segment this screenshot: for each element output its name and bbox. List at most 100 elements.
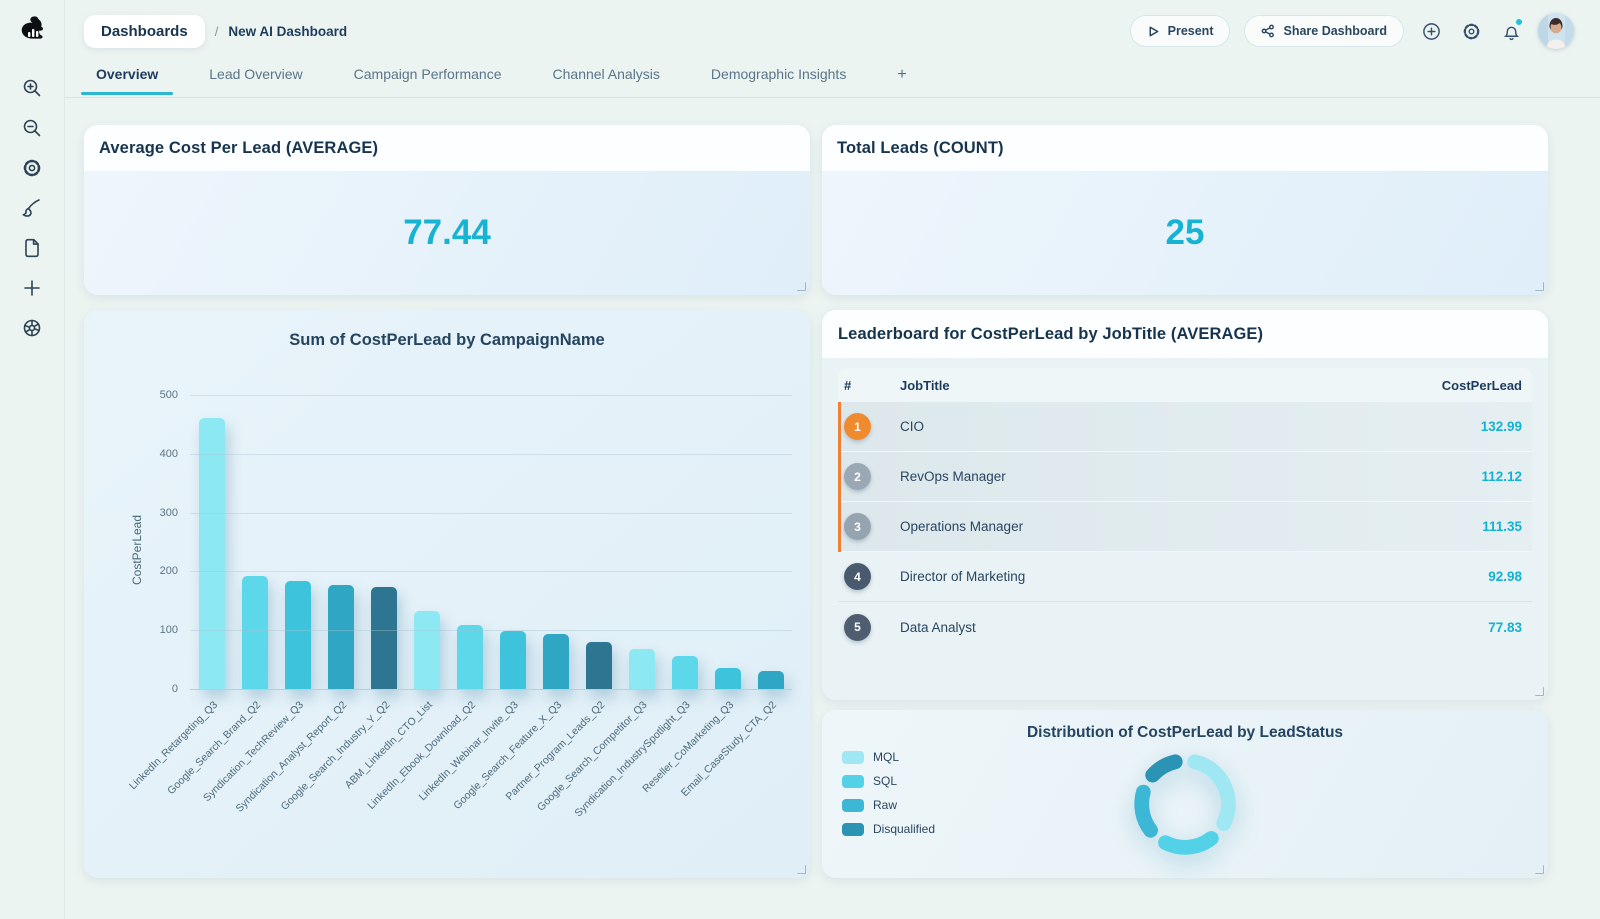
bar-slot: Google_Search_Competitor_Q3 [620, 396, 663, 690]
bar-chart-title: Sum of CostPerLead by CampaignName [84, 331, 810, 350]
legend-swatch [842, 751, 864, 764]
y-tick-label: 300 [160, 507, 178, 519]
legend-item-raw[interactable]: Raw [842, 798, 935, 812]
tab-demographic-insights[interactable]: Demographic Insights [711, 62, 846, 94]
bar-slot: LinkedIn_Ebook_Download_Q2 [448, 396, 491, 690]
bar[interactable] [414, 611, 440, 690]
bar[interactable] [758, 671, 784, 690]
sidebar [0, 0, 65, 919]
kpi-card-avg-cost: Average Cost Per Lead (AVERAGE) 77.44 [84, 125, 810, 295]
legend-item-disqualified[interactable]: Disqualified [842, 822, 935, 836]
leaderboard-rest-rows: 4Director of Marketing92.985Data Analyst… [838, 552, 1532, 652]
rank-badge: 2 [844, 463, 871, 490]
bar[interactable] [715, 668, 741, 690]
brush-icon[interactable] [21, 197, 43, 219]
bar-slot: ABM_LinkedIn_CTO_List [405, 396, 448, 690]
bar[interactable] [371, 587, 397, 690]
job-title: RevOps Manager [900, 469, 1481, 484]
bar[interactable] [500, 631, 526, 690]
notifications-button[interactable] [1498, 18, 1524, 44]
job-title: CIO [900, 419, 1481, 434]
legend-swatch [842, 823, 864, 836]
leaderboard-row[interactable]: 4Director of Marketing92.98 [838, 552, 1532, 602]
bar[interactable] [629, 649, 655, 690]
leaderboard-title: Leaderboard for CostPerLead by JobTitle … [838, 325, 1263, 344]
y-tick-label: 400 [160, 448, 178, 460]
donut-chart[interactable] [1121, 740, 1249, 868]
kpi-title: Total Leads (COUNT) [837, 139, 1004, 158]
legend-swatch [842, 799, 864, 812]
rank-badge: 3 [844, 513, 871, 540]
gridline [190, 571, 792, 572]
bar[interactable] [672, 656, 698, 690]
share-dashboard-button[interactable]: Share Dashboard [1244, 15, 1404, 47]
settings-button[interactable] [1458, 18, 1484, 44]
leaderboard-row[interactable]: 1CIO132.99 [841, 402, 1532, 452]
bar[interactable] [457, 625, 483, 690]
bar[interactable] [586, 642, 612, 690]
bar-slot: Email_CaseStudy_CTA_Q2 [749, 396, 792, 690]
present-button[interactable]: Present [1130, 15, 1231, 47]
kpi-row: Average Cost Per Lead (AVERAGE) 77.44 To… [84, 125, 1548, 295]
bar-slot: Syndication_IndustrySpotlight_Q3 [663, 396, 706, 690]
bar-slot: Syndication_TechReview_Q3 [276, 396, 319, 690]
palette-wheel-icon[interactable] [21, 317, 43, 339]
user-avatar[interactable] [1538, 13, 1574, 49]
document-icon[interactable] [21, 237, 43, 259]
bar[interactable] [199, 418, 225, 690]
bar-series: LinkedIn_Retargeting_Q3Google_Search_Bra… [190, 396, 792, 690]
bar-slot: Syndication_Analyst_Report_Q2 [319, 396, 362, 690]
app-logo[interactable] [16, 14, 48, 46]
legend-item-sql[interactable]: SQL [842, 774, 935, 788]
leaderboard-row[interactable]: 5Data Analyst77.83 [838, 602, 1532, 652]
tab-bar: Overview Lead Overview Campaign Performanc… [65, 62, 1600, 98]
legend-item-mql[interactable]: MQL [842, 750, 935, 764]
resize-handle[interactable] [1535, 865, 1544, 874]
breadcrumb-dashboards[interactable]: Dashboards [84, 15, 205, 48]
resize-handle[interactable] [1535, 282, 1544, 291]
col-rank: # [844, 378, 900, 393]
leaderboard-row[interactable]: 3 Operations Manager111.35 [841, 502, 1532, 552]
y-tick-label: 200 [160, 565, 178, 577]
legend-label: Disqualified [873, 822, 935, 836]
resize-handle[interactable] [1535, 687, 1544, 696]
kpi-title: Average Cost Per Lead (AVERAGE) [99, 139, 378, 158]
y-tick-label: 500 [160, 389, 178, 401]
cost-per-lead-value: 92.98 [1488, 569, 1522, 584]
add-widget-button[interactable] [1418, 18, 1444, 44]
x-tick-label: ABM_LinkedIn_CTO_List [343, 699, 435, 791]
x-tick-label: LinkedIn_Retargeting_Q3 [127, 699, 220, 792]
leaderboard-row[interactable]: 2 RevOps Manager112.12 [841, 452, 1532, 502]
zoom-in-icon[interactable] [21, 77, 43, 99]
bar-slot: Google_Search_Feature_X_Q3 [534, 396, 577, 690]
resize-handle[interactable] [797, 282, 806, 291]
job-title: Operations Manager [900, 519, 1482, 534]
leaderboard-header-row: # JobTitle CostPerLead [838, 368, 1532, 402]
bar[interactable] [543, 634, 569, 690]
tab-overview[interactable]: Overview [96, 62, 158, 94]
cost-per-lead-value: 111.35 [1482, 519, 1522, 534]
bar[interactable] [242, 576, 268, 690]
share-nodes-icon [1261, 24, 1275, 38]
gridline [190, 630, 792, 631]
bar-slot: LinkedIn_Retargeting_Q3 [190, 396, 233, 690]
donut-chart-card: Distribution of CostPerLead by LeadStatu… [822, 710, 1548, 878]
add-page-icon[interactable] [21, 277, 43, 299]
leaderboard-top-rows: 1CIO132.99 2 RevOps Manager112.12 3 Operatio… [838, 402, 1532, 552]
cost-per-lead-value: 112.12 [1481, 469, 1522, 484]
gear-icon [1461, 21, 1482, 42]
breadcrumb-current: New AI Dashboard [228, 24, 347, 39]
bar[interactable] [328, 585, 354, 690]
tab-campaign-performance[interactable]: Campaign Performance [354, 62, 502, 94]
donut-wrap [1121, 740, 1249, 873]
tab-channel-analysis[interactable]: Channel Analysis [553, 62, 660, 94]
tab-lead-overview[interactable]: Lead Overview [209, 62, 302, 94]
settings-gear-icon[interactable] [21, 157, 43, 179]
legend-label: SQL [873, 774, 897, 788]
bar[interactable] [285, 581, 311, 690]
tab-add[interactable]: + [897, 62, 906, 96]
zoom-out-icon[interactable] [21, 117, 43, 139]
kpi-card-total-leads: Total Leads (COUNT) 25 [822, 125, 1548, 295]
resize-handle[interactable] [797, 865, 806, 874]
topbar: Dashboards / New AI Dashboard Present Sh… [65, 0, 1600, 62]
